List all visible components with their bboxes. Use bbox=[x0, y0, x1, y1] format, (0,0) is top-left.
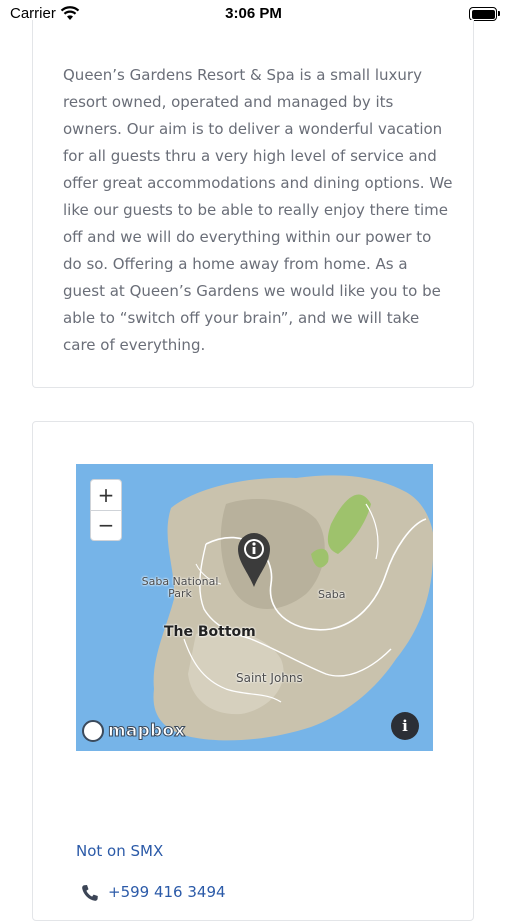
map-terrain bbox=[153, 475, 433, 741]
map-label-park: Saba National Park bbox=[141, 575, 219, 600]
resort-description: Queen’s Gardens Resort & Spa is a small … bbox=[63, 66, 453, 354]
map-label-saint-johns: Saint Johns bbox=[236, 671, 303, 685]
location-card: + − Saba National Park The Bottom Saba Sa… bbox=[32, 421, 474, 921]
description-card: Queen’s Gardens Resort & Spa is a small … bbox=[32, 20, 474, 388]
phone-icon bbox=[81, 884, 99, 902]
map-label-the-bottom: The Bottom bbox=[164, 624, 256, 640]
mapbox-logo-text: mapbox bbox=[107, 721, 186, 742]
map-attribution-info-button[interactable]: i bbox=[391, 712, 419, 740]
phone-number-link[interactable]: +599 416 3494 bbox=[108, 883, 226, 901]
zoom-controls: + − bbox=[90, 479, 122, 541]
location-note[interactable]: Not on SMX bbox=[76, 842, 163, 860]
battery-icon bbox=[469, 7, 500, 21]
map-label-saba: Saba bbox=[318, 588, 346, 601]
location-marker-icon[interactable] bbox=[236, 530, 272, 588]
zoom-out-button[interactable]: − bbox=[91, 510, 121, 540]
map-view[interactable]: + − Saba National Park The Bottom Saba Sa… bbox=[76, 464, 433, 751]
zoom-in-button[interactable]: + bbox=[91, 480, 121, 511]
mapbox-logo-icon bbox=[82, 720, 104, 742]
